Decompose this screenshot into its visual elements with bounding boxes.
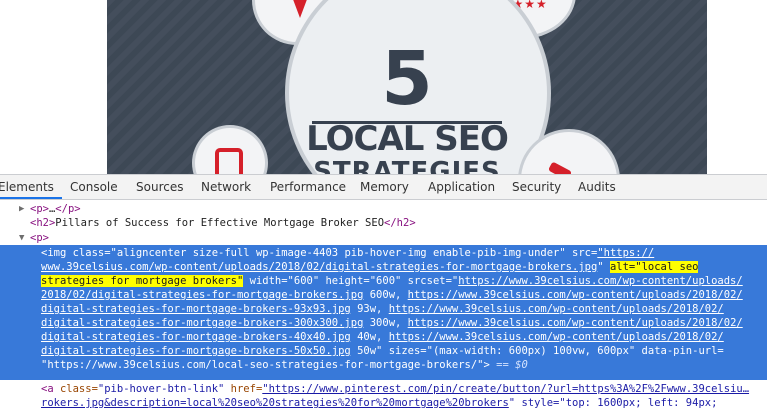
dom-node-anchor-line-2: rokers.jpg&description=local%20seo%20str…	[0, 395, 767, 410]
page-preview: ★★★★★ 5 LOCAL SEO STRATEGIES	[0, 0, 767, 174]
collapse-arrow-icon[interactable]: ▼	[19, 231, 24, 245]
tab-console[interactable]: Console	[70, 175, 118, 199]
attr-name: href=	[224, 383, 263, 395]
img-line-2: www.39celsius.com/wp-content/uploads/201…	[0, 259, 767, 274]
attr-value: "https://www.39celsius.com/local-seo-str…	[41, 359, 490, 371]
img-line-8: digital-strategies-for-mortgage-brokers-…	[0, 343, 767, 358]
attr-value: "pib-hover-btn-link"	[97, 383, 225, 395]
tab-network[interactable]: Network	[201, 175, 251, 199]
src-link[interactable]: www.39celsius.com/wp-content/uploads/201…	[41, 261, 597, 273]
attr-value: "	[597, 261, 604, 273]
srcset-link[interactable]: https://www.39celsius.com/wp-content/upl…	[389, 331, 724, 343]
dom-node-h2[interactable]: <h2>Pillars of Success for Effective Mor…	[0, 215, 767, 230]
img-line-7: digital-strategies-for-mortgage-brokers-…	[0, 329, 767, 344]
tab-sources[interactable]: Sources	[136, 175, 183, 199]
alt-attr-value: "local seo	[635, 261, 699, 273]
srcset-link[interactable]: digital-strategies-for-mortgage-brokers-…	[41, 331, 351, 343]
dom-node-anchor[interactable]: <a class="pib-hover-btn-link" href="http…	[0, 381, 767, 396]
img-line-9: "https://www.39celsius.com/local-seo-str…	[0, 357, 767, 372]
img-line-6: digital-strategies-for-mortgage-brokers-…	[0, 315, 767, 330]
img-line-3: strategies for mortgage brokers" width="…	[0, 273, 767, 288]
tag-open: <img	[41, 247, 73, 259]
elements-tree: ▶ <p>…</p> <h2>Pillars of Success for Ef…	[0, 201, 767, 411]
srcset-descriptor: 40w,	[350, 331, 389, 343]
node-text: Pillars of Success for Effective Mortgag…	[55, 217, 385, 229]
srcset-link[interactable]: digital-strategies-for-mortgage-brokers-…	[41, 303, 351, 315]
hero-title: LOCAL SEO	[306, 119, 509, 159]
tab-performance[interactable]: Performance	[270, 175, 346, 199]
href-link[interactable]: "https://www.pinterest.com/pin/create/bu…	[262, 383, 749, 395]
srcset-link[interactable]: https://www.39celsius.com/wp-content/upl…	[389, 303, 724, 315]
location-pin-icon	[291, 0, 309, 18]
srcset-link[interactable]: https://www.39celsius.com/wp-content/upl…	[458, 275, 742, 287]
dom-node-p-expanded[interactable]: ▼ <p>	[0, 230, 767, 245]
console-ref-marker: == $0	[489, 359, 528, 371]
attr-value: " style=	[508, 397, 560, 409]
attr-value: "top: 1600px; left: 94px;	[559, 397, 718, 409]
devtools-tab-bar: Elements Console Sources Network Perform…	[0, 175, 767, 200]
devtools-panel: Elements Console Sources Network Perform…	[0, 174, 767, 411]
tab-elements[interactable]: Elements	[0, 175, 62, 199]
href-link[interactable]: rokers.jpg&description=local%20seo%20str…	[41, 397, 509, 409]
dom-node-img-selected[interactable]: <img class="aligncenter size-full wp-ima…	[0, 245, 767, 380]
srcset-link[interactable]: digital-strategies-for-mortgage-brokers-…	[41, 345, 351, 357]
attr-name: class=	[59, 383, 98, 395]
src-link[interactable]: "https://	[597, 247, 654, 259]
tab-memory[interactable]: Memory	[360, 175, 409, 199]
tag-open: <p>	[30, 232, 49, 244]
attr-list: 50w" sizes="(max-width: 600px) 100vw, 60…	[350, 345, 724, 357]
srcset-descriptor: 300w,	[363, 317, 408, 329]
srcset-descriptor: 600w,	[363, 289, 408, 301]
attr-name: src=	[565, 247, 598, 259]
hero-image: ★★★★★ 5 LOCAL SEO STRATEGIES	[107, 0, 707, 174]
tab-application[interactable]: Application	[428, 175, 495, 199]
tag-close: </h2>	[384, 217, 416, 229]
srcset-link[interactable]: 2018/02/digital-strategies-for-mortgage-…	[41, 289, 363, 301]
dom-node-p-collapsed[interactable]: ▶ <p>…</p>	[0, 201, 767, 216]
srcset-link[interactable]: https://www.39celsius.com/wp-content/upl…	[408, 289, 743, 301]
srcset-descriptor: 93w,	[350, 303, 389, 315]
alt-attr-name: alt=	[609, 261, 636, 273]
attr-value: "aligncenter size-full wp-image-4403 pib…	[110, 247, 566, 259]
tab-security[interactable]: Security	[512, 175, 561, 199]
attr-list: width="600" height="600" srcset="	[243, 275, 459, 287]
img-line-5: digital-strategies-for-mortgage-brokers-…	[0, 301, 767, 316]
tag-open: <p>	[30, 203, 49, 215]
tab-audits[interactable]: Audits	[578, 175, 616, 199]
tag-open: <h2>	[30, 217, 56, 229]
tag-close: </p>	[55, 203, 81, 215]
srcset-link[interactable]: https://www.39celsius.com/wp-content/upl…	[408, 317, 743, 329]
alt-attr-value: strategies for mortgage brokers"	[41, 275, 244, 287]
img-line-1: <img class="aligncenter size-full wp-ima…	[41, 247, 655, 259]
img-line-4: 2018/02/digital-strategies-for-mortgage-…	[0, 287, 767, 302]
hero-subtitle: STRATEGIES	[313, 157, 501, 174]
srcset-link[interactable]: digital-strategies-for-mortgage-brokers-…	[41, 317, 363, 329]
tag-open: <a	[41, 383, 60, 395]
hero-number: 5	[381, 36, 433, 122]
attr-name: class	[72, 247, 105, 259]
